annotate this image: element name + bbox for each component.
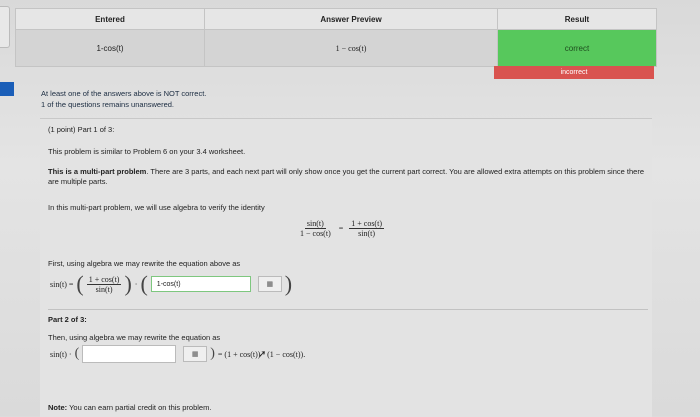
answer-input-1[interactable]: 1-cos(t) [150, 276, 251, 292]
equation-2-row: sin(t) · ( ▦ ) = (1 + cos(t)) · (1 − cos… [50, 345, 305, 363]
right-paren-2: ) [284, 271, 293, 296]
page: Entered Answer Preview Result 1-cos(t) 1… [0, 0, 700, 417]
eq1-num: 1 + cos(t) [86, 274, 122, 285]
header-entered: Entered [15, 8, 205, 30]
identity-left-den: 1 − cos(t) [300, 229, 331, 238]
incorrect-badge: incorrect [494, 66, 654, 79]
rewrite2-text: Then, using algebra we may rewrite the e… [48, 333, 221, 342]
mouse-cursor-icon: ➚ [258, 349, 267, 360]
identity-left-fraction: sin(t) 1 − cos(t) [298, 219, 333, 238]
note-bold: Note: [48, 403, 68, 412]
equation-editor-icon-2[interactable]: ▦ [183, 346, 208, 362]
summary-line-1: At least one of the answers above is NOT… [41, 89, 207, 98]
right-paren: ) [124, 271, 132, 296]
identity-right-num: 1 + cos(t) [349, 219, 384, 229]
similar-text: This problem is similar to Problem 6 on … [48, 147, 246, 156]
table-row: 1-cos(t) 1 − cos(t) correct [15, 29, 657, 67]
answer-input-2[interactable] [82, 345, 177, 363]
multi-part-bold: This is a multi-part problem [48, 167, 147, 176]
preview-cell: 1 − cos(t) [204, 29, 498, 67]
eq1-den: sin(t) [95, 284, 113, 294]
side-tab[interactable] [0, 6, 10, 48]
identity-right-fraction: 1 + cos(t) sin(t) [349, 219, 384, 238]
identity-equation: sin(t) 1 − cos(t) = 1 + cos(t) sin(t) [298, 219, 384, 238]
problem-panel: (1 point) Part 1 of 3: This problem is s… [40, 118, 652, 417]
entered-cell: 1-cos(t) [15, 29, 205, 67]
equation-1-row: sin(t) = ( 1 + cos(t) sin(t) ) · ( 1-cos… [50, 271, 292, 297]
section-marker [0, 82, 14, 96]
multi-part-text: This is a multi-part problem. There are … [48, 167, 648, 187]
left-paren: ( [76, 271, 84, 296]
identity-right-den: sin(t) [358, 229, 376, 238]
identity-left-num: sin(t) [304, 219, 326, 229]
result-cell: correct [497, 29, 657, 67]
summary-line-2: 1 of the questions remains unanswered. [41, 100, 174, 109]
note-text: Note: You can earn partial credit on thi… [48, 403, 211, 412]
identity-intro: In this multi-part problem, we will use … [48, 203, 265, 212]
note-rest: You can earn partial credit on this prob… [67, 403, 212, 412]
eq1-lhs: sin(t) = [50, 279, 74, 289]
header-answer-preview: Answer Preview [204, 8, 498, 30]
eq2-lhs: sin(t) · [50, 349, 72, 359]
summary-message: At least one of the answers above is NOT… [41, 88, 206, 110]
equation-editor-icon[interactable]: ▦ [257, 276, 282, 292]
left-paren-2: ( [140, 271, 148, 296]
eq2-left-paren: ( [74, 346, 80, 361]
results-table: Entered Answer Preview Result 1-cos(t) 1… [15, 8, 657, 67]
eq1-dot: · [134, 279, 138, 289]
part-divider [48, 309, 648, 310]
part2-header: Part 2 of 3: [48, 315, 87, 324]
eq2-right-paren: ) [210, 346, 215, 361]
part1-header: (1 point) Part 1 of 3: [48, 125, 115, 134]
rewrite1-text: First, using algebra we may rewrite the … [48, 259, 241, 268]
identity-equals: = [338, 224, 344, 233]
header-result: Result [497, 8, 657, 30]
eq1-fraction: 1 + cos(t) sin(t) [86, 274, 122, 294]
